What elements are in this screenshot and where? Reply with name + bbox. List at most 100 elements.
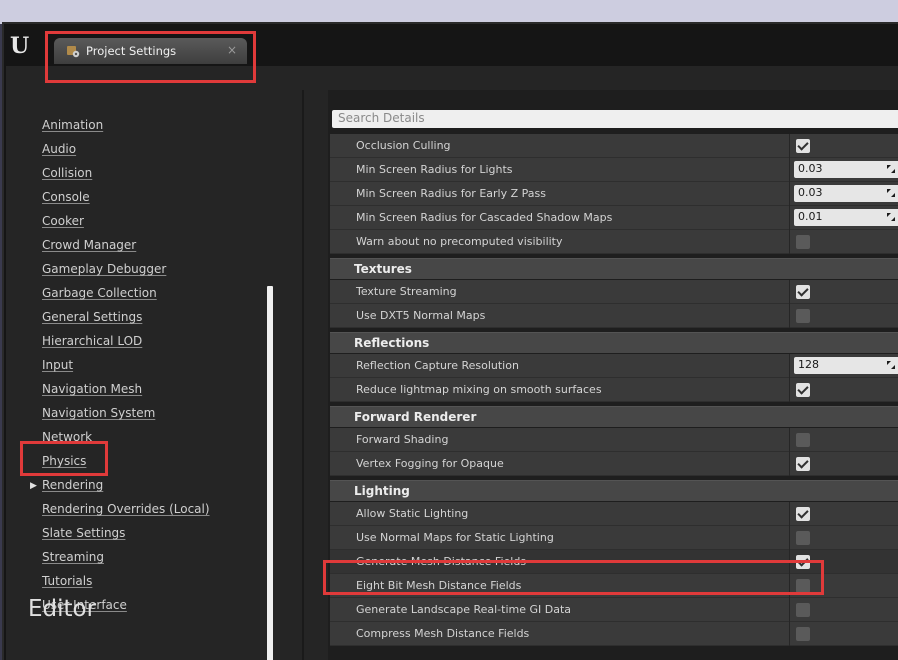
nav-item-cooker[interactable]: Cooker xyxy=(42,214,84,234)
rendering-highlight-annotation xyxy=(20,441,108,476)
number-value: 0.03 xyxy=(798,162,823,175)
column-splitter[interactable] xyxy=(789,622,790,646)
column-splitter[interactable] xyxy=(789,526,790,550)
column-splitter[interactable] xyxy=(789,502,790,526)
setting-row-compress-mesh-distance-fields: Compress Mesh Distance Fields xyxy=(330,622,898,646)
column-splitter[interactable] xyxy=(789,230,790,254)
setting-checkbox[interactable] xyxy=(796,309,810,323)
nav-item-navigation-mesh[interactable]: Navigation Mesh xyxy=(42,382,142,402)
setting-row-use-dxt5-normal-maps: Use DXT5 Normal Maps xyxy=(330,304,898,328)
setting-label: Use Normal Maps for Static Lighting xyxy=(356,531,554,544)
nav-item-console[interactable]: Console xyxy=(42,190,90,210)
setting-number-field[interactable]: 0.03 xyxy=(794,161,898,178)
setting-checkbox[interactable] xyxy=(796,457,810,471)
search-details-input[interactable]: Search Details xyxy=(332,110,898,128)
setting-row-use-normal-maps-for-static-lighting: Use Normal Maps for Static Lighting xyxy=(330,526,898,550)
nav-item-rendering[interactable]: Rendering xyxy=(42,478,103,498)
setting-checkbox[interactable] xyxy=(796,383,810,397)
category-textures[interactable]: Textures xyxy=(330,258,898,279)
setting-checkbox[interactable] xyxy=(796,627,810,641)
nav-item-rendering-overrides-local[interactable]: Rendering Overrides (Local) xyxy=(42,502,210,522)
category-lighting[interactable]: Lighting xyxy=(330,480,898,501)
number-value: 0.03 xyxy=(798,186,823,199)
category-label: Reflections xyxy=(354,336,430,350)
column-splitter[interactable] xyxy=(789,452,790,476)
column-splitter[interactable] xyxy=(789,206,790,230)
nav-item-tutorials[interactable]: Tutorials xyxy=(42,574,92,594)
setting-label: Reduce lightmap mixing on smooth surface… xyxy=(356,383,602,396)
setting-row-reduce-lightmap-mixing-on-smooth-surfaces: Reduce lightmap mixing on smooth surface… xyxy=(330,378,898,402)
setting-label: Use DXT5 Normal Maps xyxy=(356,309,486,322)
column-splitter[interactable] xyxy=(789,354,790,378)
drag-handle-icon[interactable] xyxy=(886,188,896,198)
category-label: Lighting xyxy=(354,484,410,498)
setting-label: Vertex Fogging for Opaque xyxy=(356,457,504,470)
column-splitter[interactable] xyxy=(789,280,790,304)
setting-label: Min Screen Radius for Lights xyxy=(356,163,513,176)
setting-checkbox[interactable] xyxy=(796,285,810,299)
setting-row-min-screen-radius-for-early-z-pass: Min Screen Radius for Early Z Pass 0.03 xyxy=(330,182,898,206)
setting-row-texture-streaming: Texture Streaming xyxy=(330,280,898,304)
number-value: 0.01 xyxy=(798,210,823,223)
nav-item-streaming[interactable]: Streaming xyxy=(42,550,104,570)
setting-row-reflection-capture-resolution: Reflection Capture Resolution 128 xyxy=(330,354,898,378)
setting-row-min-screen-radius-for-lights: Min Screen Radius for Lights 0.03 xyxy=(330,158,898,182)
settings-nav: Animation Audio Collision Console Cooker Crow… xyxy=(6,66,276,660)
column-splitter[interactable] xyxy=(789,598,790,622)
setting-row-forward-shading: Forward Shading xyxy=(330,428,898,452)
tab-highlight-annotation xyxy=(45,31,256,83)
setting-checkbox[interactable] xyxy=(796,507,810,521)
setting-label: Allow Static Lighting xyxy=(356,507,469,520)
nav-item-audio[interactable]: Audio xyxy=(42,142,76,162)
column-splitter[interactable] xyxy=(789,378,790,402)
setting-row-allow-static-lighting: Allow Static Lighting xyxy=(330,502,898,526)
setting-checkbox[interactable] xyxy=(796,235,810,249)
drag-handle-icon[interactable] xyxy=(886,164,896,174)
setting-label: Occlusion Culling xyxy=(356,139,451,152)
nav-item-crowd-manager[interactable]: Crowd Manager xyxy=(42,238,136,258)
setting-checkbox[interactable] xyxy=(796,139,810,153)
setting-row-vertex-fogging-for-opaque: Vertex Fogging for Opaque xyxy=(330,452,898,476)
nav-item-slate-settings[interactable]: Slate Settings xyxy=(42,526,125,546)
setting-row-occlusion-culling: Occlusion Culling xyxy=(330,134,898,158)
category-label: Textures xyxy=(354,262,412,276)
nav-item-collision[interactable]: Collision xyxy=(42,166,92,186)
category-reflections[interactable]: Reflections xyxy=(330,332,898,353)
nav-item-input[interactable]: Input xyxy=(42,358,73,378)
setting-checkbox[interactable] xyxy=(796,531,810,545)
drag-handle-icon[interactable] xyxy=(886,212,896,222)
nav-item-hierarchical-lod[interactable]: Hierarchical LOD xyxy=(42,334,142,354)
desktop-background xyxy=(0,0,898,24)
column-splitter[interactable] xyxy=(789,304,790,328)
selected-arrow-icon: ▶ xyxy=(30,481,37,491)
nav-scrollbar[interactable] xyxy=(267,286,273,660)
unreal-engine-logo-icon: U xyxy=(10,33,30,59)
setting-label: Min Screen Radius for Early Z Pass xyxy=(356,187,546,200)
nav-item-garbage-collection[interactable]: Garbage Collection xyxy=(42,286,157,306)
nav-section-editor: Editor xyxy=(28,596,97,622)
setting-number-field[interactable]: 0.03 xyxy=(794,185,898,202)
nav-item-navigation-system[interactable]: Navigation System xyxy=(42,406,155,426)
nav-item-general-settings[interactable]: General Settings xyxy=(42,310,142,330)
setting-number-field[interactable]: 0.01 xyxy=(794,209,898,226)
column-splitter[interactable] xyxy=(789,182,790,206)
setting-number-field[interactable]: 128 xyxy=(794,357,898,374)
category-label: Forward Renderer xyxy=(354,410,477,424)
nav-item-gameplay-debugger[interactable]: Gameplay Debugger xyxy=(42,262,166,282)
setting-row-min-screen-radius-for-cascaded-shadow-maps: Min Screen Radius for Cascaded Shadow Ma… xyxy=(330,206,898,230)
mesh-distance-highlight-annotation xyxy=(323,560,824,595)
nav-item-animation[interactable]: Animation xyxy=(42,118,103,138)
category-forward-renderer[interactable]: Forward Renderer xyxy=(330,406,898,427)
setting-label: Generate Landscape Real-time GI Data xyxy=(356,603,572,616)
column-splitter[interactable] xyxy=(789,158,790,182)
setting-label: Min Screen Radius for Cascaded Shadow Ma… xyxy=(356,211,613,224)
column-splitter[interactable] xyxy=(789,428,790,452)
setting-row-warn-about-no-precomputed-visibility: Warn about no precomputed visibility xyxy=(330,230,898,254)
setting-checkbox[interactable] xyxy=(796,603,810,617)
drag-handle-icon[interactable] xyxy=(886,360,896,370)
setting-row-generate-landscape-real-time-gi-data: Generate Landscape Real-time GI Data xyxy=(330,598,898,622)
panel-splitter[interactable] xyxy=(302,90,304,660)
setting-checkbox[interactable] xyxy=(796,433,810,447)
column-splitter[interactable] xyxy=(789,134,790,158)
setting-label: Compress Mesh Distance Fields xyxy=(356,627,530,640)
